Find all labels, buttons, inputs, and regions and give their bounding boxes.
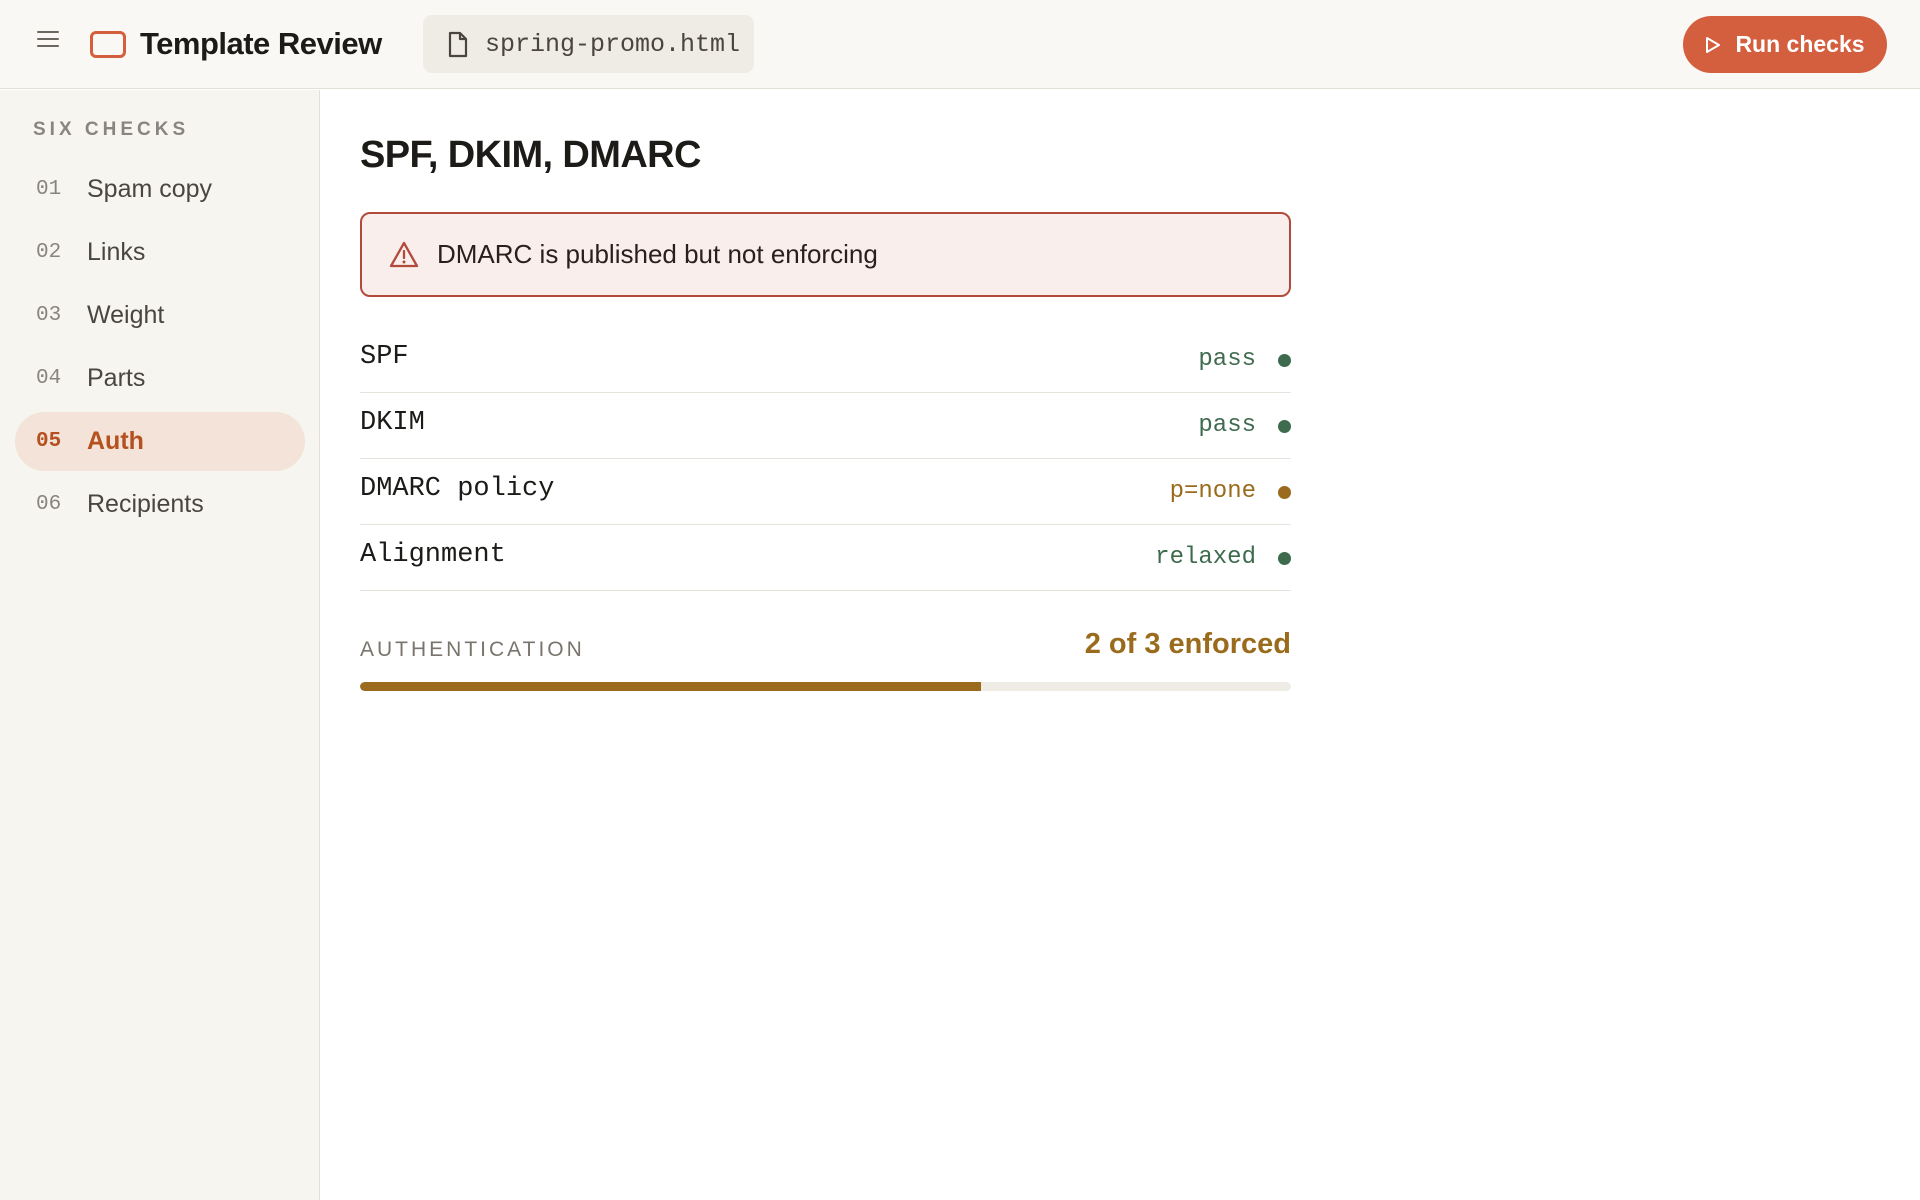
authentication-progress-bar	[360, 682, 1291, 691]
sidebar-item-weight[interactable]: 03 Weight	[15, 286, 305, 345]
app-title: Template Review	[140, 26, 382, 61]
check-name: DKIM	[360, 408, 425, 438]
auth-results-list: SPF pass DKIM pass DMARC policy p=none A…	[360, 327, 1291, 591]
check-name: DMARC policy	[360, 474, 555, 504]
check-name: Alignment	[360, 540, 506, 570]
sidebar-item-number: 04	[36, 367, 62, 390]
sidebar-item-label: Recipients	[87, 490, 204, 518]
sidebar-item-recipients[interactable]: 06 Recipients	[15, 475, 305, 534]
summary-value: 2 of 3 enforced	[1084, 628, 1291, 660]
sidebar-item-number: 03	[36, 304, 62, 327]
list-item: Alignment relaxed	[360, 525, 1291, 591]
file-name: spring-promo.html	[485, 29, 741, 59]
progress-fill	[360, 682, 981, 691]
list-item: SPF pass	[360, 327, 1291, 393]
sidebar-item-number: 02	[36, 241, 62, 264]
run-checks-button[interactable]: Run checks	[1683, 16, 1887, 73]
alert-message: DMARC is published but not enforcing	[437, 239, 878, 269]
sidebar-item-label: Auth	[87, 427, 144, 455]
main-panel: SPF, DKIM, DMARC DMARC is published but …	[321, 90, 1920, 1200]
check-name: SPF	[360, 342, 409, 372]
sidebar-item-label: Spam copy	[87, 175, 213, 203]
sidebar-item-number: 06	[36, 493, 62, 516]
sidebar-item-spam-copy[interactable]: 01 Spam copy	[15, 160, 305, 219]
file-selector[interactable]: spring-promo.html	[423, 15, 754, 73]
app-window: Template Review spring-promo.html Run ch…	[0, 0, 1920, 1200]
list-item: DKIM pass	[360, 393, 1291, 459]
sidebar-heading: SIX CHECKS	[33, 119, 190, 140]
sidebar: SIX CHECKS 01 Spam copy 02 Links 03 Weig…	[0, 90, 320, 1200]
status-dot-icon	[1278, 486, 1291, 499]
check-value: relaxed	[1155, 544, 1256, 571]
rounded-rectangle-logo-icon	[90, 31, 126, 58]
top-bar: Template Review spring-promo.html Run ch…	[0, 0, 1920, 89]
sidebar-item-label: Weight	[87, 301, 165, 329]
page-title: SPF, DKIM, DMARC	[360, 134, 701, 176]
sidebar-item-label: Links	[87, 238, 146, 266]
run-checks-label: Run checks	[1735, 31, 1865, 57]
list-item: DMARC policy p=none	[360, 459, 1291, 525]
status-dot-icon	[1278, 354, 1291, 367]
check-value: p=none	[1169, 478, 1256, 505]
sidebar-item-number: 01	[36, 178, 62, 201]
sidebar-item-parts[interactable]: 04 Parts	[15, 349, 305, 408]
status-dot-icon	[1278, 420, 1291, 433]
summary-label: AUTHENTICATION	[360, 638, 585, 661]
status-dot-icon	[1278, 552, 1291, 565]
sidebar-item-label: Parts	[87, 364, 146, 392]
warning-triangle-icon	[389, 241, 419, 268]
check-value: pass	[1198, 346, 1256, 373]
play-icon	[1706, 36, 1721, 53]
authentication-summary: AUTHENTICATION 2 of 3 enforced	[360, 628, 1291, 668]
hamburger-menu-icon[interactable]	[37, 31, 59, 47]
sidebar-item-auth[interactable]: 05 Auth	[15, 412, 305, 471]
warning-alert: DMARC is published but not enforcing	[360, 212, 1291, 297]
document-icon	[448, 31, 468, 57]
sidebar-item-number: 05	[36, 430, 62, 453]
check-value: pass	[1198, 412, 1256, 439]
sidebar-item-links[interactable]: 02 Links	[15, 223, 305, 282]
